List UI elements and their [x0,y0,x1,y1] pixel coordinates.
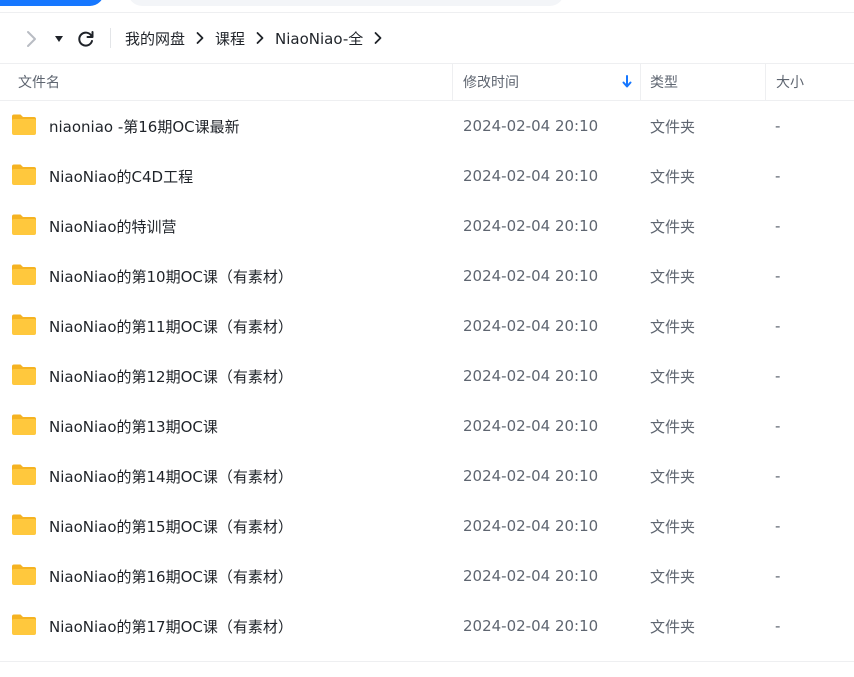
refresh-icon [78,31,94,47]
column-divider[interactable] [640,64,641,100]
file-type: 文件夹 [650,317,696,336]
file-type: 文件夹 [650,517,696,536]
file-row[interactable]: niaoniao -第16期OC课最新 2024-02-04 20:10 文件夹… [0,101,854,151]
column-header-modified[interactable]: 修改时间 [463,64,635,100]
file-size: - [775,167,781,185]
upload-button[interactable] [0,0,104,6]
column-header-size[interactable]: 大小 [776,64,846,100]
file-size: - [775,117,781,135]
file-name[interactable]: NiaoNiao的第13期OC课 [49,401,218,451]
file-type: 文件夹 [650,217,696,236]
file-size: - [775,467,781,485]
breadcrumb-item-my-drive[interactable]: 我的网盘 [125,28,185,49]
file-row[interactable]: NiaoNiao的第12期OC课（有素材） 2024-02-04 20:10 文… [0,351,854,401]
top-bar [0,0,854,13]
file-type: 文件夹 [650,467,696,486]
nav-divider [110,28,111,48]
file-row[interactable]: NiaoNiao的第14期OC课（有素材） 2024-02-04 20:10 文… [0,451,854,501]
folder-icon [12,614,36,635]
file-modified: 2024-02-04 20:10 [463,317,599,335]
folder-icon [12,364,36,385]
folder-icon [12,114,36,135]
file-size: - [775,317,781,335]
file-row[interactable]: NiaoNiao的C4D工程 2024-02-04 20:10 文件夹 - [0,151,854,201]
folder-icon [12,414,36,435]
file-size: - [775,217,781,235]
chevron-right-icon [27,31,36,47]
file-modified: 2024-02-04 20:10 [463,217,599,235]
file-size: - [775,617,781,635]
list-bottom-divider [0,661,854,662]
file-modified: 2024-02-04 20:10 [463,517,599,535]
file-type: 文件夹 [650,417,696,436]
history-dropdown-button[interactable] [50,28,68,50]
chevron-right-icon[interactable] [363,28,393,48]
folder-icon [12,464,36,485]
file-modified: 2024-02-04 20:10 [463,367,599,385]
column-header-name[interactable]: 文件名 [18,64,448,100]
file-row[interactable]: NiaoNiao的第17期OC课（有素材） 2024-02-04 20:10 文… [0,601,854,651]
file-list-header: 文件名 修改时间 类型 大小 [0,64,854,101]
breadcrumb-item-current-folder[interactable]: NiaoNiao-全 [275,28,363,49]
forward-button[interactable] [18,26,44,52]
file-name[interactable]: NiaoNiao的第10期OC课（有素材） [49,251,293,301]
file-name[interactable]: NiaoNiao的C4D工程 [49,151,193,201]
file-name[interactable]: NiaoNiao的第12期OC课（有素材） [49,351,293,401]
file-type: 文件夹 [650,167,696,186]
file-modified: 2024-02-04 20:10 [463,567,599,585]
chevron-right-icon [185,28,215,48]
file-size: - [775,517,781,535]
file-modified: 2024-02-04 20:10 [463,417,599,435]
caret-down-icon [55,36,63,42]
file-name[interactable]: NiaoNiao的第16期OC课（有素材） [49,551,293,601]
folder-icon [12,214,36,235]
file-row[interactable]: NiaoNiao的特训营 2024-02-04 20:10 文件夹 - [0,201,854,251]
file-row[interactable]: NiaoNiao的第13期OC课 2024-02-04 20:10 文件夹 - [0,401,854,451]
refresh-button[interactable] [73,26,99,52]
file-type: 文件夹 [650,367,696,386]
file-modified: 2024-02-04 20:10 [463,467,599,485]
file-name[interactable]: NiaoNiao的第14期OC课（有素材） [49,451,293,501]
file-size: - [775,367,781,385]
file-row[interactable]: NiaoNiao的第15期OC课（有素材） 2024-02-04 20:10 文… [0,501,854,551]
breadcrumb-item-courses[interactable]: 课程 [215,28,245,49]
file-modified: 2024-02-04 20:10 [463,167,599,185]
folder-icon [12,264,36,285]
search-input[interactable] [128,0,564,6]
folder-icon [12,564,36,585]
file-modified: 2024-02-04 20:10 [463,267,599,285]
folder-icon [12,314,36,335]
file-type: 文件夹 [650,267,696,286]
file-name[interactable]: NiaoNiao的第15期OC课（有素材） [49,501,293,551]
column-divider[interactable] [452,64,453,100]
file-name[interactable]: NiaoNiao的第17期OC课（有素材） [49,601,293,651]
file-row[interactable]: NiaoNiao的第10期OC课（有素材） 2024-02-04 20:10 文… [0,251,854,301]
breadcrumb: 我的网盘 课程 NiaoNiao-全 [125,13,393,63]
folder-icon [12,164,36,185]
file-name[interactable]: NiaoNiao的第11期OC课（有素材） [49,301,293,351]
file-row[interactable]: NiaoNiao的第16期OC课（有素材） 2024-02-04 20:10 文… [0,551,854,601]
file-name[interactable]: niaoniao -第16期OC课最新 [49,101,240,151]
arrow-down-icon[interactable] [621,74,633,90]
file-type: 文件夹 [650,117,696,136]
chevron-right-icon [245,28,275,48]
folder-icon [12,514,36,535]
column-header-type[interactable]: 类型 [650,64,760,100]
file-type: 文件夹 [650,617,696,636]
file-size: - [775,267,781,285]
column-divider[interactable] [765,64,766,100]
file-type: 文件夹 [650,567,696,586]
file-size: - [775,417,781,435]
file-modified: 2024-02-04 20:10 [463,117,599,135]
file-row[interactable]: NiaoNiao的第11期OC课（有素材） 2024-02-04 20:10 文… [0,301,854,351]
file-name[interactable]: NiaoNiao的特训营 [49,201,177,251]
file-size: - [775,567,781,585]
file-list: niaoniao -第16期OC课最新 2024-02-04 20:10 文件夹… [0,101,854,651]
file-modified: 2024-02-04 20:10 [463,617,599,635]
navigation-bar: 我的网盘 课程 NiaoNiao-全 [0,13,854,64]
